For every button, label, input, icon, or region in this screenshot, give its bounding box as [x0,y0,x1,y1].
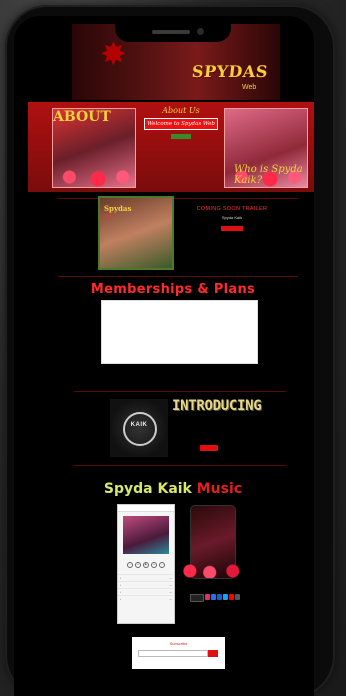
music-title-name: Spyda Kaik [103,481,192,497]
brand-sub: Web [242,84,257,91]
cover-sub: Web [104,213,114,218]
music-title-word: Music [196,481,243,497]
track-row[interactable]: • — [118,581,174,588]
instagram-icon[interactable] [205,594,210,600]
facebook-icon[interactable] [211,594,216,600]
memberships-title: Memberships & Plans [90,282,256,297]
cover-label: Spydas [104,204,132,213]
divider [58,198,298,199]
front-camera [197,28,204,35]
kaik-logo-text: KAIK [130,422,148,428]
about-copy: About Us Welcome to Spydas Web [144,106,218,139]
introducing-button[interactable] [200,445,218,451]
release-heading: COMING SOON TRAILER [196,206,268,212]
email-field[interactable] [138,650,208,657]
subscribe-button[interactable] [208,650,218,657]
memberships-card [101,300,258,364]
phone-notch [115,22,231,42]
speaker-grille [152,30,190,34]
track-row[interactable]: • — [118,574,174,581]
roses-decoration [53,167,135,187]
release-cover-art[interactable]: Spydas Web [98,196,174,270]
forward-icon[interactable]: » [151,562,157,568]
twitter-icon[interactable] [223,594,228,600]
linkedin-icon[interactable] [217,594,222,600]
track-row[interactable]: • — [118,595,174,602]
music-player: ‹ « ▶ » › • — • — • — • — [117,504,175,624]
music-title: Spyda Kaik Music [0,481,346,497]
subscribe-title: Subscribe [169,641,188,646]
about-photo-left: ABOUT [52,108,136,188]
release-copy: COMING SOON TRAILER Spyda Kaik [184,206,280,231]
about-overlay-text: ABOUT [53,109,111,125]
subscribe-card: Subscribe [132,637,225,669]
introducing-title: INTRODUCING [172,398,262,414]
track-list: • — • — • — • — [118,574,174,602]
who-is-heading: Who is Spyda Kaik? [234,164,303,186]
play-icon[interactable]: ▶ [143,562,149,568]
about-button[interactable] [171,134,191,139]
kaik-logo: KAIK [110,399,168,457]
roses-decoration [180,564,246,578]
player-album-art [123,516,169,554]
next-icon[interactable]: › [159,562,165,568]
release-button[interactable] [221,226,243,231]
about-section: ABOUT About Us Welcome to Spydas Web Who… [28,102,314,192]
app-store-badge[interactable] [190,594,204,602]
youtube-icon[interactable] [229,594,234,600]
divider [74,465,286,466]
subscribe-form [138,650,218,659]
track-row[interactable]: • — [118,588,174,595]
kaik-logo-ring [123,412,157,446]
player-controls: ‹ « ▶ » › [118,562,174,568]
brand-logo[interactable]: SPYDAS [191,62,269,81]
welcome-box: Welcome to Spydas Web [144,118,218,130]
previous-icon[interactable]: ‹ [127,562,133,568]
rewind-icon[interactable]: « [135,562,141,568]
spider-logo-icon: ✸ [100,36,127,72]
about-heading: About Us [162,106,200,115]
player-topbar [118,505,174,512]
release-subheading: Spyda Kaik [221,215,243,220]
divider [58,276,298,277]
tiktok-icon[interactable] [235,594,240,600]
divider [74,391,286,392]
